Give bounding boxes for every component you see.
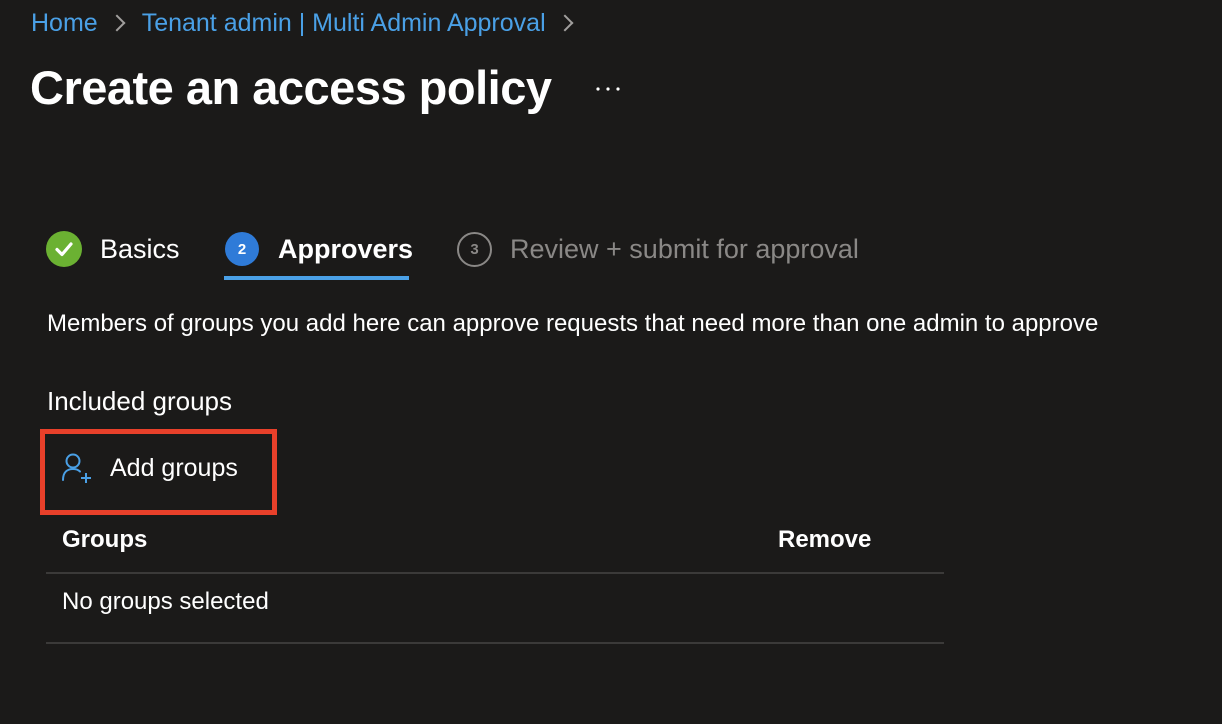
page: Home Tenant admin | Multi Admin Approval…: [0, 0, 1222, 724]
table-row: No groups selected: [46, 574, 944, 644]
add-person-icon: [62, 453, 91, 483]
chevron-right-icon: [556, 14, 574, 32]
tab-approvers[interactable]: 2 Approvers: [225, 220, 413, 278]
tab-approvers-label: Approvers: [278, 233, 414, 264]
chevron-right-icon: [108, 14, 126, 32]
breadcrumb: Home Tenant admin | Multi Admin Approval: [31, 6, 590, 40]
wizard-steps: Basics 2 Approvers 3 Review + submit for…: [0, 220, 1222, 282]
more-icon: [596, 87, 620, 91]
tab-review-submit-label: Review + submit for approval: [510, 233, 859, 264]
add-groups-label: Add groups: [110, 453, 238, 482]
table-header: Groups Remove: [46, 520, 944, 574]
breadcrumb-tenant-admin-link[interactable]: Tenant admin | Multi Admin Approval: [142, 9, 546, 38]
tab-basics[interactable]: Basics: [46, 220, 180, 278]
add-groups-button[interactable]: Add groups: [60, 448, 238, 488]
active-tab-indicator: [224, 276, 409, 280]
empty-state-text: No groups selected: [62, 588, 269, 615]
column-header-groups: Groups: [62, 526, 148, 553]
check-circle-icon: [46, 231, 82, 267]
step-number-badge: 3: [457, 231, 492, 267]
more-options-button[interactable]: [588, 72, 628, 106]
groups-table: Groups Remove No groups selected: [46, 520, 944, 644]
tab-basics-label: Basics: [100, 233, 180, 264]
column-header-remove: Remove: [778, 526, 872, 553]
step-number-badge: 2: [225, 232, 259, 266]
tab-review-submit[interactable]: 3 Review + submit for approval: [457, 220, 859, 278]
page-title: Create an access policy: [30, 61, 552, 114]
approvers-description: Members of groups you add here can appro…: [47, 310, 1099, 337]
breadcrumb-home-link[interactable]: Home: [31, 9, 98, 38]
included-groups-heading: Included groups: [47, 386, 233, 416]
